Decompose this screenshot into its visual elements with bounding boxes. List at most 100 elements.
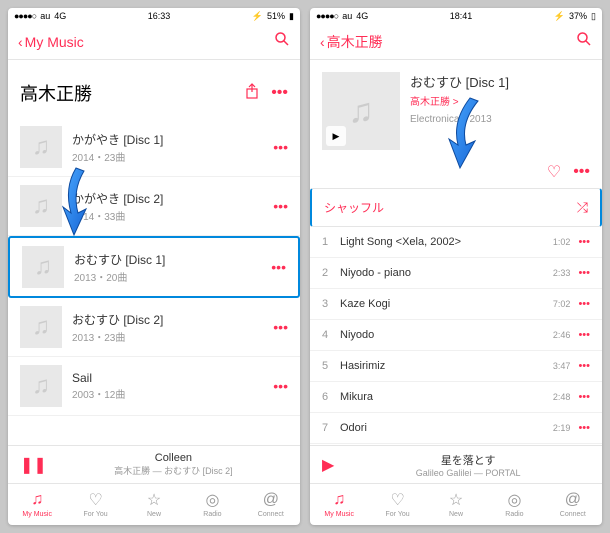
shuffle-icon: ⤮ [577, 199, 588, 216]
share-icon[interactable] [245, 83, 259, 104]
music-note-icon: ♫ [28, 491, 46, 509]
more-icon[interactable]: ••• [273, 319, 288, 335]
connect-icon: @ [262, 491, 280, 509]
back-button[interactable]: ‹ 高木正勝 [320, 32, 383, 52]
chevron-left-icon: ‹ [18, 34, 23, 50]
album-meta: 2003・12曲 [72, 386, 273, 401]
track-title: Mikura [340, 391, 553, 403]
now-playing-bar[interactable]: ▶ 星を落とすGalileo Galilei — PORTAL [310, 445, 602, 483]
tab-bar: ♫ My Music ♡For You ☆New ◎Radio @Connect [8, 483, 300, 525]
tab-new[interactable]: ☆New [427, 484, 485, 525]
track-row[interactable]: 6Mikura2:48••• [310, 382, 602, 413]
star-icon: ☆ [447, 491, 465, 509]
search-icon[interactable] [576, 31, 592, 52]
more-icon[interactable]: ••• [273, 139, 288, 155]
pause-icon[interactable]: ❚❚ [20, 455, 47, 475]
tab-radio[interactable]: ◎Radio [485, 484, 543, 525]
now-playing-bar[interactable]: ❚❚ Colleen高木正勝 — おむすひ [Disc 2] [8, 445, 300, 483]
nav-bar: ‹ My Music [8, 24, 300, 60]
bluetooth-icon: ⚡ [252, 11, 263, 22]
more-icon[interactable]: ••• [578, 360, 590, 372]
shuffle-button[interactable]: シャッフル ⤮ [310, 188, 602, 227]
detail-title: おむすひ [Disc 1] [410, 72, 590, 91]
album-row[interactable]: ♫ かがやき [Disc 2]2014・33曲 ••• [8, 177, 300, 236]
more-icon[interactable]: ••• [578, 422, 590, 434]
more-icon[interactable]: ••• [578, 267, 590, 279]
tab-my-music[interactable]: ♫ My Music [310, 484, 368, 525]
play-button[interactable]: ▶ [326, 126, 346, 146]
detail-artist-link[interactable]: 高木正勝 > [410, 93, 590, 108]
album-art: ♫ [20, 185, 62, 227]
album-row[interactable]: ♫ おむすひ [Disc 2]2013・23曲 ••• [8, 298, 300, 357]
tab-label: Connect [560, 511, 586, 518]
tab-connect[interactable]: @Connect [242, 484, 300, 525]
album-row[interactable]: ♫ かがやき [Disc 1]2014・23曲 ••• [8, 118, 300, 177]
tab-connect[interactable]: @Connect [544, 484, 602, 525]
more-icon[interactable]: ••• [578, 298, 590, 310]
track-row[interactable]: 7Odori2:19 ••• [310, 413, 602, 444]
track-title: Odori [340, 422, 553, 434]
more-icon[interactable]: ••• [578, 236, 590, 248]
track-row[interactable]: 3Kaze Kogi7:02••• [310, 289, 602, 320]
more-icon[interactable]: ••• [573, 163, 590, 181]
music-note-icon: ♫ [32, 133, 50, 161]
track-time: 2:19 [553, 423, 571, 433]
track-num: 7 [322, 422, 340, 434]
back-label: My Music [25, 34, 84, 50]
tab-new[interactable]: ☆New [125, 484, 183, 525]
music-note-icon: ♫ [32, 372, 50, 400]
track-num: 3 [322, 298, 340, 310]
phone-left: ●●●●○ au 4G 16:33 ⚡ 51% ▮ ‹ My Music 高木正… [8, 8, 300, 525]
back-label: 高木正勝 [327, 32, 383, 52]
more-icon[interactable]: ••• [271, 259, 286, 275]
album-title: おむすひ [Disc 2] [72, 311, 273, 328]
battery-label: 51% [267, 11, 285, 21]
track-row[interactable]: 1Light Song <Xela, 2002>1:02••• [310, 227, 602, 258]
track-time: 7:02 [553, 299, 571, 309]
tab-radio[interactable]: ◎Radio [183, 484, 241, 525]
track-title: Niyodo [340, 329, 553, 341]
album-meta: 2013・23曲 [72, 329, 273, 344]
tab-label: Radio [203, 511, 221, 518]
time-label: 18:41 [450, 11, 473, 21]
tab-label: My Music [324, 511, 354, 518]
track-num: 6 [322, 391, 340, 403]
tab-my-music[interactable]: ♫ My Music [8, 484, 66, 525]
track-num: 5 [322, 360, 340, 372]
album-row[interactable]: ♫ Sail2003・12曲 ••• [8, 357, 300, 416]
track-time: 2:46 [553, 330, 571, 340]
album-list: ♫ かがやき [Disc 1]2014・23曲 ••• ♫ かがやき [Disc… [8, 118, 300, 445]
album-title: Sail [72, 371, 273, 385]
more-icon[interactable]: ••• [271, 84, 288, 102]
track-row[interactable]: 2Niyodo - piano2:33••• [310, 258, 602, 289]
more-icon[interactable]: ••• [273, 378, 288, 394]
tab-for-you[interactable]: ♡For You [368, 484, 426, 525]
track-row[interactable]: 4Niyodo2:46 ••• [310, 320, 602, 351]
album-art: ♫ [22, 246, 64, 288]
more-icon[interactable]: ••• [578, 329, 590, 341]
back-button[interactable]: ‹ My Music [18, 34, 84, 50]
track-row[interactable]: 5Hasirimiz3:47••• [310, 351, 602, 382]
more-icon[interactable]: ••• [578, 391, 590, 403]
music-note-icon: ♫ [330, 491, 348, 509]
search-icon[interactable] [274, 31, 290, 52]
album-art-large[interactable]: ♫ ▶ [322, 72, 400, 150]
more-icon[interactable]: ••• [273, 198, 288, 214]
carrier-label: au [342, 11, 352, 21]
shuffle-label: シャッフル [324, 199, 384, 216]
battery-icon: ▮ [289, 11, 294, 22]
music-note-icon: ♫ [348, 92, 374, 131]
phone-right: ●●●●○ au 4G 18:41 ⚡ 37% ▯ ‹ 高木正勝 ♫ ▶ おむす… [310, 8, 602, 525]
track-list: 1Light Song <Xela, 2002>1:02••• 2Niyodo … [310, 227, 602, 445]
heart-icon[interactable]: ♡ [547, 162, 561, 182]
album-row-highlighted[interactable]: ♫ おむすひ [Disc 1]2013・20曲 ••• [8, 236, 300, 298]
tab-label: My Music [22, 511, 52, 518]
album-title: かがやき [Disc 2] [72, 190, 273, 207]
tab-label: New [147, 511, 161, 518]
tab-for-you[interactable]: ♡For You [66, 484, 124, 525]
track-num: 4 [322, 329, 340, 341]
np-sub: Galileo Galilei — PORTAL [346, 468, 590, 478]
signal-dots-icon: ●●●●○ [316, 11, 338, 21]
play-icon[interactable]: ▶ [322, 455, 334, 475]
album-meta: 2014・23曲 [72, 149, 273, 164]
